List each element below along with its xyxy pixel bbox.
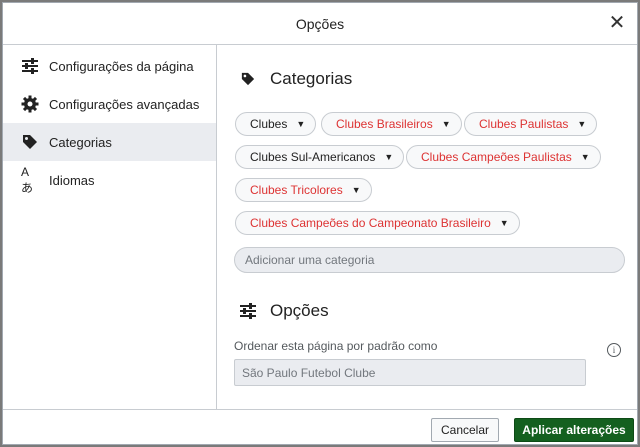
chevron-down-icon: ▼ [577, 119, 587, 129]
options-heading: Opções [238, 301, 329, 321]
chevron-down-icon: ▼ [441, 119, 451, 129]
category-chip[interactable]: Clubes Campeões do Campeonato Brasileiro… [235, 211, 520, 235]
settings-sliders-icon [21, 57, 39, 75]
apply-changes-button[interactable]: Aplicar alterações [514, 418, 634, 442]
category-chip-label: Clubes Campeões Paulistas [421, 150, 572, 164]
chevron-down-icon: ▼ [351, 185, 361, 195]
sidebar-item-label: Idiomas [49, 172, 95, 188]
tag-icon [238, 72, 258, 86]
sidebar-item-languages[interactable]: Aあ Idiomas [3, 161, 216, 199]
category-chip[interactable]: Clubes Tricolores ▼ [235, 178, 372, 202]
category-chip[interactable]: Clubes Campeões Paulistas ▼ [406, 145, 601, 169]
info-icon[interactable]: i [607, 343, 621, 357]
main-panel: Categorias Clubes ▼ Clubes Brasileiros ▼… [218, 45, 637, 409]
sidebar: Configurações da página Configurações av… [3, 45, 217, 409]
category-chip-label: Clubes Sul-Americanos [250, 150, 376, 164]
language-icon: Aあ [21, 164, 34, 195]
category-chip-label: Clubes Tricolores [250, 183, 343, 197]
sidebar-item-advanced-settings[interactable]: Configurações avançadas [3, 85, 216, 123]
chevron-down-icon: ▼ [499, 218, 509, 228]
sort-key-label: Ordenar esta página por padrão como [234, 339, 438, 353]
chevron-down-icon: ▼ [296, 119, 306, 129]
category-chip-label: Clubes Paulistas [479, 117, 569, 131]
category-chip[interactable]: Clubes Brasileiros ▼ [321, 112, 462, 136]
dialog-header: Opções ✕ [3, 3, 637, 45]
sidebar-item-label: Configurações avançadas [49, 96, 200, 112]
sidebar-item-label: Configurações da página [49, 58, 194, 74]
category-chip-label: Clubes [250, 117, 288, 131]
settings-sliders-icon [238, 303, 258, 319]
tag-icon [21, 133, 39, 151]
options-dialog: Opções ✕ Configurações da página Configu… [2, 2, 638, 445]
cancel-button[interactable]: Cancelar [431, 418, 499, 442]
close-icon[interactable]: ✕ [605, 11, 629, 35]
options-heading-text: Opções [270, 301, 329, 320]
category-chip-label: Clubes Campeões do Campeonato Brasileiro [250, 216, 491, 230]
dialog-title: Opções [295, 16, 345, 32]
sidebar-item-label: Categorias [49, 134, 112, 150]
gear-icon [21, 95, 39, 113]
sidebar-item-categories[interactable]: Categorias [3, 123, 216, 161]
category-chip[interactable]: Clubes ▼ [235, 112, 317, 136]
category-chip-label: Clubes Brasileiros [336, 117, 433, 131]
categories-heading-text: Categorias [270, 69, 353, 88]
category-chip[interactable]: Clubes Sul-Americanos ▼ [235, 145, 405, 169]
category-chip[interactable]: Clubes Paulistas ▼ [464, 112, 598, 136]
chevron-down-icon: ▼ [580, 152, 590, 162]
add-category-input[interactable]: Adicionar uma categoria [234, 247, 625, 273]
dialog-footer: Cancelar Aplicar alterações [3, 409, 637, 444]
chevron-down-icon: ▼ [384, 152, 394, 162]
sort-key-input[interactable]: São Paulo Futebol Clube [234, 359, 586, 386]
categories-heading: Categorias [238, 69, 352, 89]
sidebar-item-page-settings[interactable]: Configurações da página [3, 47, 216, 85]
